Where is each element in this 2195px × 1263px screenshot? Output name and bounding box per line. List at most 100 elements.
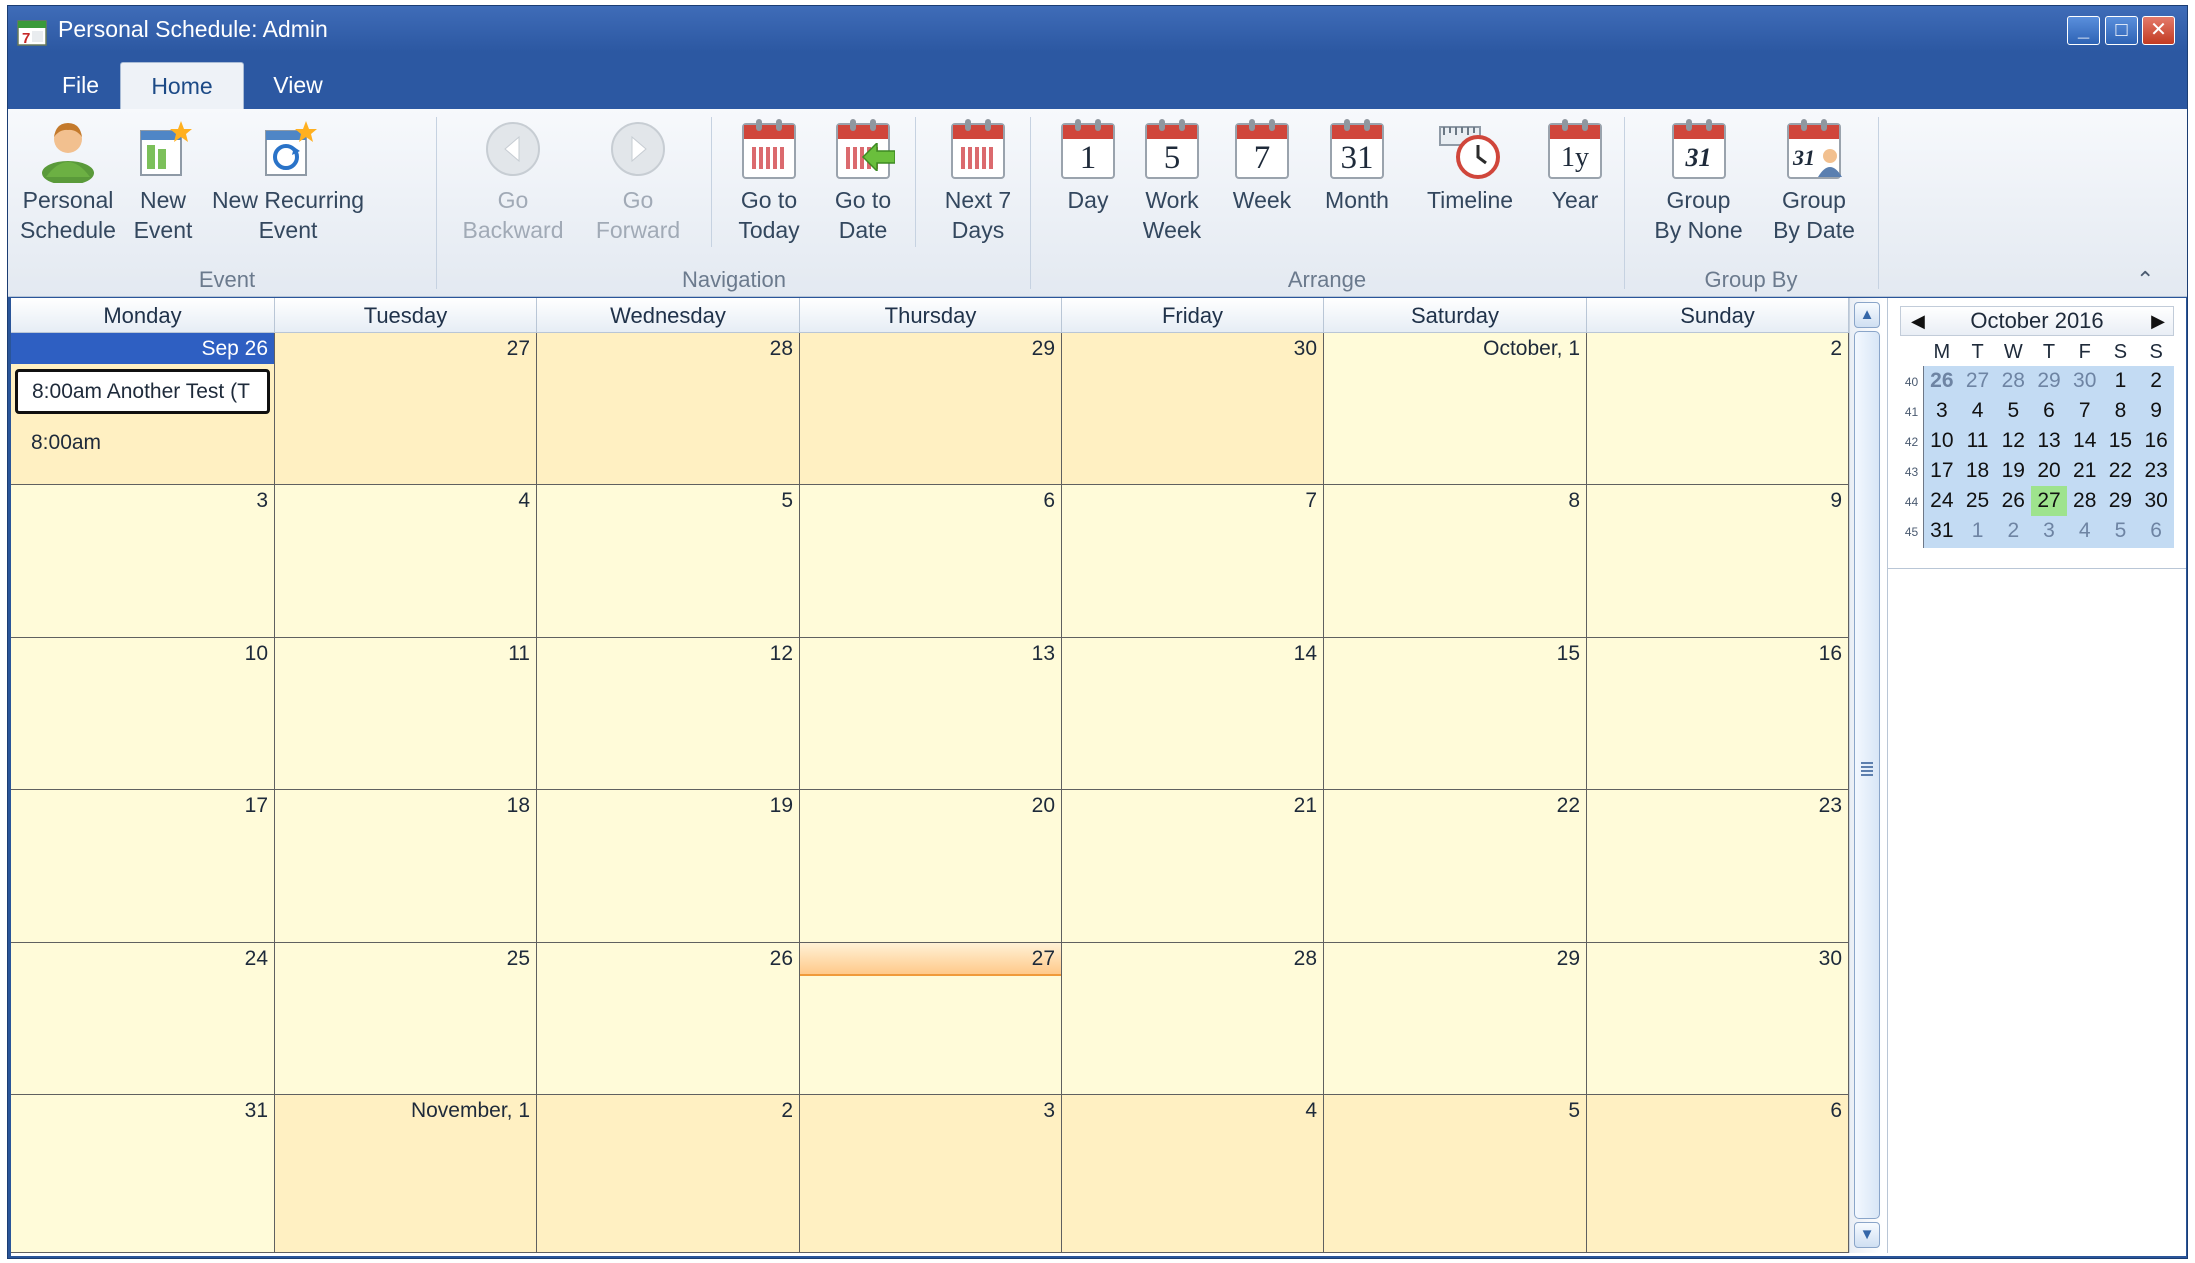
mini-calendar-day[interactable]: 30 <box>2066 366 2103 398</box>
day-cell[interactable]: 3 <box>800 1095 1062 1253</box>
new-event-button[interactable]: New Event <box>123 117 203 245</box>
day-cell[interactable]: 26 <box>537 943 800 1095</box>
day-cell[interactable]: 19 <box>537 790 800 943</box>
timeline-view-button[interactable]: Timeline <box>1415 117 1525 215</box>
close-button[interactable]: ✕ <box>2142 16 2175 45</box>
mini-calendar-day[interactable]: 26 <box>1924 366 1960 398</box>
day-view-button[interactable]: 1 Day <box>1048 117 1128 215</box>
year-view-button[interactable]: 1y Year <box>1535 117 1615 215</box>
day-cell[interactable]: 27 <box>800 943 1062 1095</box>
day-cell[interactable]: 2 <box>1587 333 1849 485</box>
mini-calendar-day[interactable]: 24 <box>1924 486 1960 518</box>
day-cell[interactable]: 29 <box>800 333 1062 485</box>
go-forward-button[interactable]: Go Forward <box>588 117 688 245</box>
day-cell[interactable]: 3 <box>11 485 275 638</box>
go-to-today-button[interactable]: Go to Today <box>723 117 815 245</box>
go-backward-button[interactable]: Go Backward <box>458 117 568 245</box>
day-cell[interactable]: 7 <box>1062 485 1324 638</box>
day-cell[interactable]: 18 <box>275 790 537 943</box>
mini-calendar-day[interactable]: 3 <box>1924 396 1960 428</box>
mini-calendar-day[interactable]: 2 <box>2138 366 2174 398</box>
mini-calendar-day[interactable]: 7 <box>2066 396 2103 428</box>
mini-calendar-day[interactable]: 14 <box>2066 426 2103 458</box>
mini-calendar-day[interactable]: 21 <box>2066 456 2103 488</box>
mini-calendar-day[interactable]: 11 <box>1959 426 1996 458</box>
day-cell[interactable]: 8 <box>1324 485 1587 638</box>
day-cell[interactable]: 15 <box>1324 638 1587 790</box>
mini-calendar-day[interactable]: 16 <box>2138 426 2174 458</box>
mini-calendar-day[interactable]: 10 <box>1924 426 1960 458</box>
month-view-button[interactable]: 31 Month <box>1312 117 1402 215</box>
mini-calendar-prev-icon[interactable]: ◀ <box>1911 307 1925 335</box>
day-cell[interactable]: 6 <box>1587 1095 1849 1253</box>
day-cell[interactable]: 14 <box>1062 638 1324 790</box>
collapse-ribbon-icon[interactable]: ⌃ <box>2136 267 2154 293</box>
vertical-scrollbar[interactable]: ▲ ▼ <box>1849 298 1883 1253</box>
minimize-button[interactable]: _ <box>2067 16 2100 45</box>
mini-calendar-day[interactable]: 19 <box>1995 456 2032 488</box>
mini-calendar-day[interactable]: 13 <box>2031 426 2067 458</box>
day-cell[interactable]: 12 <box>537 638 800 790</box>
event-item[interactable]: 8:00am <box>31 431 101 455</box>
mini-calendar-day[interactable]: 29 <box>2102 486 2139 518</box>
day-cell[interactable]: Sep 26 8:00am Another Test (T 8:00am <box>11 333 275 485</box>
day-cell[interactable]: 22 <box>1324 790 1587 943</box>
personal-schedule-button[interactable]: Personal Schedule <box>18 117 118 245</box>
mini-calendar-day[interactable]: 22 <box>2102 456 2139 488</box>
mini-calendar-day[interactable]: 18 <box>1959 456 1996 488</box>
mini-calendar-day[interactable]: 30 <box>2138 486 2174 518</box>
mini-calendar-day[interactable]: 27 <box>1959 366 1996 398</box>
tab-home[interactable]: Home <box>120 62 244 109</box>
maximize-button[interactable]: □ <box>2105 16 2138 45</box>
day-cell[interactable]: 31 <box>11 1095 275 1253</box>
mini-calendar-day[interactable]: 31 <box>1924 516 1960 548</box>
day-cell[interactable]: 13 <box>800 638 1062 790</box>
day-cell[interactable]: 6 <box>800 485 1062 638</box>
mini-calendar-day[interactable]: 4 <box>1959 396 1996 428</box>
mini-calendar-day[interactable]: 26 <box>1995 486 2032 518</box>
scroll-thumb[interactable] <box>1854 331 1880 1219</box>
day-cell[interactable]: 27 <box>275 333 537 485</box>
mini-calendar-day[interactable]: 28 <box>1995 366 2032 398</box>
day-cell[interactable]: 28 <box>1062 943 1324 1095</box>
day-cell[interactable]: 11 <box>275 638 537 790</box>
day-cell[interactable]: 30 <box>1587 943 1849 1095</box>
mini-calendar-day[interactable]: 2 <box>1995 516 2032 548</box>
day-cell[interactable]: 30 <box>1062 333 1324 485</box>
mini-calendar-day[interactable]: 25 <box>1959 486 1996 518</box>
day-cell[interactable]: 9 <box>1587 485 1849 638</box>
mini-calendar-day[interactable]: 5 <box>2102 516 2139 548</box>
tab-view[interactable]: View <box>248 62 348 109</box>
mini-calendar-day[interactable]: 6 <box>2031 396 2067 428</box>
tab-file[interactable]: File <box>38 62 123 109</box>
mini-calendar-day[interactable]: 6 <box>2138 516 2174 548</box>
mini-calendar-day[interactable]: 5 <box>1995 396 2032 428</box>
mini-calendar-day[interactable]: 3 <box>2031 516 2067 548</box>
mini-calendar-day[interactable]: 1 <box>1959 516 1996 548</box>
day-cell[interactable]: 5 <box>537 485 800 638</box>
mini-calendar-day[interactable]: 23 <box>2138 456 2174 488</box>
work-week-view-button[interactable]: 5 Work Week <box>1132 117 1212 245</box>
mini-calendar-next-icon[interactable]: ▶ <box>2151 307 2165 335</box>
mini-calendar-day[interactable]: 17 <box>1924 456 1960 488</box>
event-item[interactable]: 8:00am Another Test (T <box>15 369 270 414</box>
scroll-down-button[interactable]: ▼ <box>1854 1222 1880 1248</box>
day-cell[interactable]: 23 <box>1587 790 1849 943</box>
week-view-button[interactable]: 7 Week <box>1222 117 1302 215</box>
new-recurring-event-button[interactable]: New Recurring Event <box>208 117 368 245</box>
next-7-days-button[interactable]: Next 7 Days <box>928 117 1028 245</box>
mini-calendar-day[interactable]: 4 <box>2066 516 2103 548</box>
mini-calendar-day[interactable]: 8 <box>2102 396 2139 428</box>
mini-calendar-day[interactable]: 28 <box>2066 486 2103 518</box>
group-by-none-button[interactable]: 31 Group By None <box>1646 117 1751 245</box>
day-cell[interactable]: 17 <box>11 790 275 943</box>
mini-calendar-day[interactable]: 1 <box>2102 366 2139 398</box>
group-by-date-button[interactable]: 31 Group By Date <box>1764 117 1864 245</box>
day-cell[interactable]: November, 1 <box>275 1095 537 1253</box>
mini-calendar-day[interactable]: 15 <box>2102 426 2139 458</box>
day-cell[interactable]: 5 <box>1324 1095 1587 1253</box>
day-cell[interactable]: 20 <box>800 790 1062 943</box>
day-cell[interactable]: 28 <box>537 333 800 485</box>
day-cell[interactable]: 4 <box>275 485 537 638</box>
day-cell[interactable]: 10 <box>11 638 275 790</box>
